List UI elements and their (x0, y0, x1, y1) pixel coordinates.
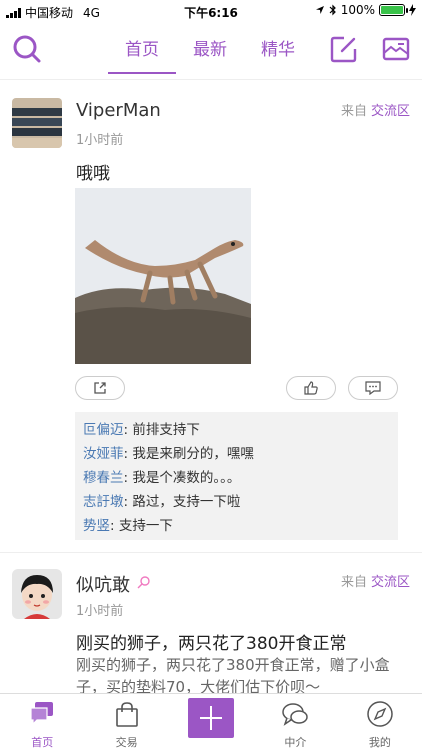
comment-text: 前排支持下 (132, 422, 200, 438)
bottom-tab-trade[interactable]: 交易 (84, 694, 168, 750)
status-bar: 中国移动 4G 下午6:16 100% (0, 0, 422, 22)
post-source: 来自 交流区 (341, 100, 410, 119)
compose-icon[interactable] (330, 35, 358, 63)
image-post-icon[interactable] (382, 35, 410, 63)
comment-text: 我是来刷分的，嘿嘿 (132, 446, 254, 462)
thumbs-up-icon (304, 381, 318, 395)
comment-item[interactable]: 穆春兰: 我是个凑数的。。。 (83, 466, 390, 490)
username[interactable]: 似吭敢 (76, 571, 130, 597)
bottom-tab-bar: 首页 交易 中介 我的 (0, 693, 422, 750)
source-prefix: 来自 (340, 104, 367, 119)
like-button[interactable] (286, 376, 336, 400)
commenter-name[interactable]: 志訏墩 (83, 494, 124, 510)
username[interactable]: ViperMan (76, 100, 161, 121)
bottom-tab-post[interactable] (169, 694, 253, 750)
bottom-tab-label: 交易 (115, 736, 138, 749)
charging-icon (409, 4, 416, 16)
avatar[interactable] (12, 569, 62, 619)
comment-button[interactable] (348, 376, 398, 400)
share-button[interactable] (75, 376, 125, 400)
post-time: 1小时前 (76, 133, 124, 148)
bottom-tab-label: 中介 (284, 736, 307, 749)
source-zone-link[interactable]: 交流区 (371, 575, 410, 590)
comment-text: 我是个凑数的。。。 (132, 470, 241, 486)
compass-icon (367, 701, 393, 727)
post-source: 来自 交流区 (341, 571, 410, 590)
comment-item[interactable]: 叵偏迈: 前排支持下 (83, 418, 390, 442)
battery-icon (379, 4, 408, 16)
share-icon (94, 382, 106, 394)
post-time: 1小时前 (76, 604, 124, 619)
comment-list: 叵偏迈: 前排支持下 汝娅菲: 我是来刷分的，嘿嘿 穆春兰: 我是个凑数的。。。… (75, 412, 398, 540)
source-zone-link[interactable]: 交流区 (371, 104, 410, 119)
avatar[interactable] (12, 98, 62, 148)
comment-text: 路过，支持一下啦 (132, 494, 241, 510)
chat-bubbles-icon (282, 703, 309, 726)
shopping-bag-icon (115, 702, 138, 727)
tab-featured[interactable]: 精华 (244, 22, 312, 80)
post-preview[interactable]: 刚买的狮子，两只花了380开食正常，赠了小盒子，买的垫料70，大佬们估下价呗～ (76, 654, 406, 698)
commenter-name[interactable]: 叵偏迈 (83, 422, 124, 438)
post-title[interactable]: 刚买的狮子，两只花了380开食正常 (76, 629, 346, 654)
bottom-tab-home[interactable]: 首页 (0, 694, 84, 750)
source-prefix: 来自 (340, 575, 367, 590)
tab-home[interactable]: 首页 (108, 22, 176, 80)
add-post-button[interactable] (188, 698, 235, 738)
bottom-tab-label: 我的 (368, 736, 391, 749)
comment-item[interactable]: 汝娅菲: 我是来刷分的，嘿嘿 (83, 442, 390, 466)
home-chat-icon (30, 702, 54, 726)
comment-item[interactable]: 志訏墩: 路过，支持一下啦 (83, 490, 390, 514)
battery-percent: 100% (340, 3, 375, 17)
post-title[interactable]: 哦哦 (76, 159, 110, 184)
comment-text: 支持一下 (118, 518, 173, 534)
feed-tabs: 首页 最新 精华 (108, 22, 312, 80)
tab-latest[interactable]: 最新 (176, 22, 244, 80)
commenter-name[interactable]: 势竖 (83, 518, 110, 534)
comment-icon (365, 381, 381, 395)
bottom-tab-label: 首页 (31, 736, 54, 749)
comment-item[interactable]: 势竖: 支持一下 (83, 514, 390, 538)
commenter-name[interactable]: 穆春兰 (83, 470, 124, 486)
location-icon (315, 6, 324, 14)
commenter-name[interactable]: 汝娅菲 (83, 446, 124, 462)
post-image[interactable] (75, 188, 251, 364)
search-icon[interactable] (12, 34, 42, 64)
female-gender-icon (137, 576, 150, 589)
bottom-tab-agency[interactable]: 中介 (253, 694, 337, 750)
top-nav: 首页 最新 精华 (0, 22, 422, 80)
bottom-tab-mine[interactable]: 我的 (338, 694, 422, 750)
bluetooth-icon (329, 4, 336, 16)
